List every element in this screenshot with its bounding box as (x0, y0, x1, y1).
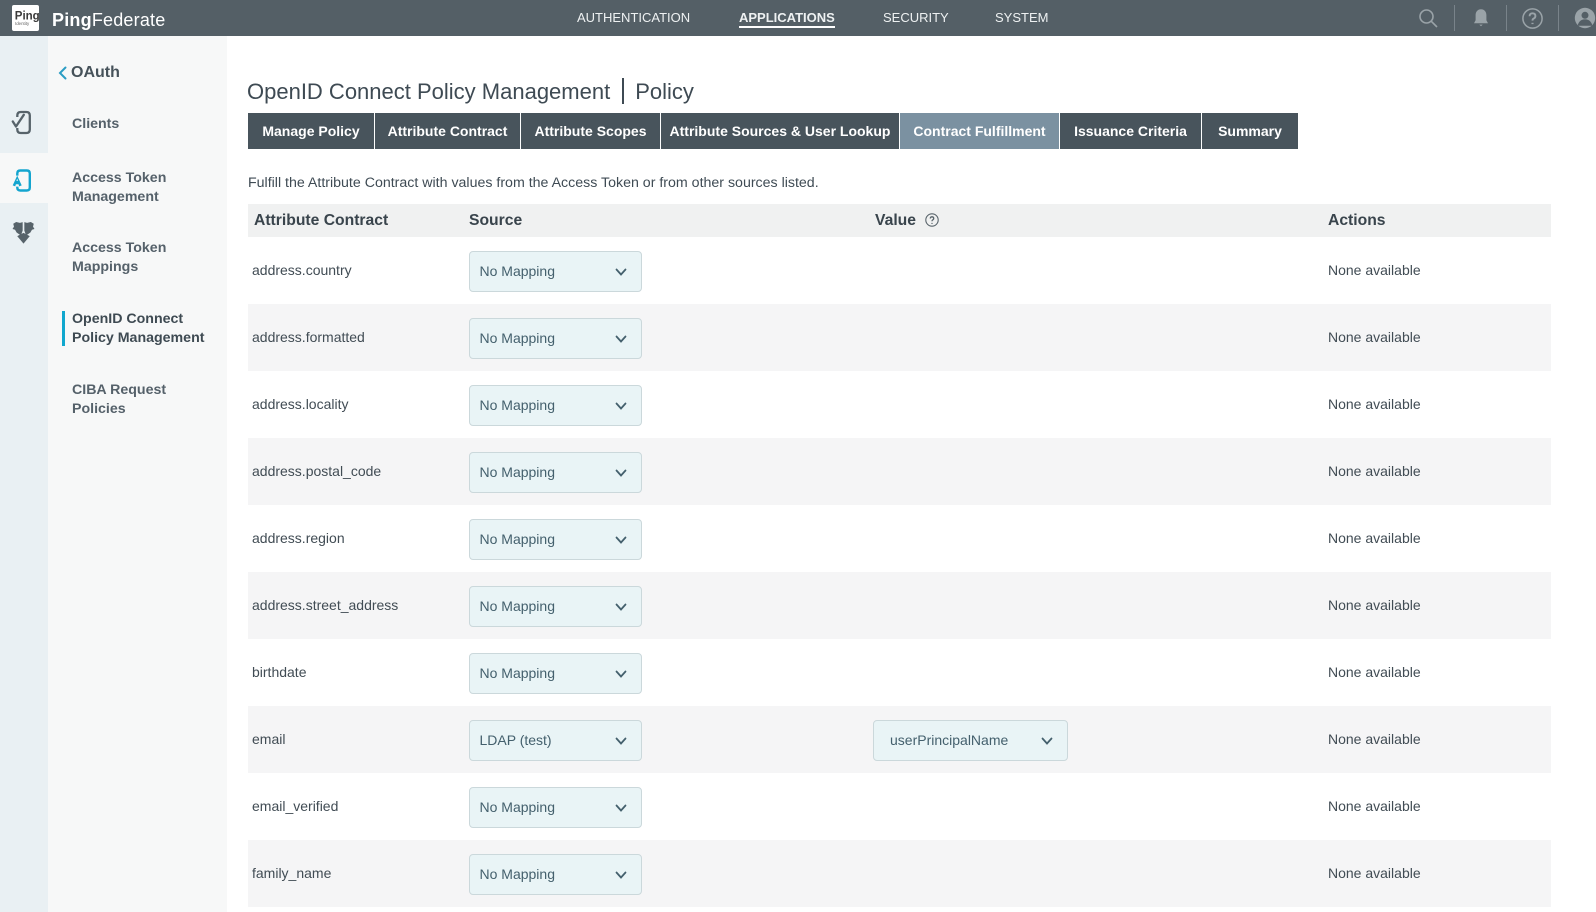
svg-text:Identity: Identity (15, 21, 30, 26)
